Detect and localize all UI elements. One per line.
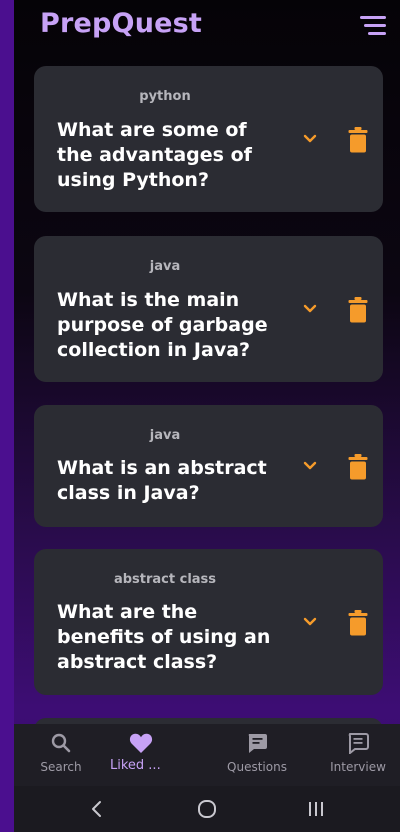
question-card[interactable]: java What is the main purpose of garbage… <box>34 236 383 382</box>
question-text: What is the main purpose of garbage coll… <box>57 289 268 361</box>
nav-liked[interactable]: Liked ... <box>106 732 176 773</box>
question-tag: java <box>149 259 181 274</box>
question-text: What are the benefits of using an abstra… <box>57 601 271 673</box>
trash-icon[interactable] <box>348 127 368 153</box>
nav-label: Liked ... <box>110 758 161 773</box>
nav-interview[interactable]: Interview <box>326 732 390 774</box>
question-text: What are some of the advantages of using… <box>57 119 252 191</box>
menu-icon[interactable] <box>358 14 386 38</box>
app-screen: PrepQuest python What are some of the ad… <box>14 0 400 832</box>
trash-icon[interactable] <box>348 297 368 323</box>
home-icon[interactable] <box>197 799 217 819</box>
chevron-down-icon[interactable] <box>301 460 319 472</box>
nav-label: Questions <box>227 760 287 774</box>
nav-label: Interview <box>330 760 386 774</box>
nav-search[interactable]: Search <box>36 732 86 774</box>
chevron-down-icon[interactable] <box>301 616 319 628</box>
chevron-down-icon[interactable] <box>301 133 319 145</box>
app-title: PrepQuest <box>40 8 203 39</box>
trash-icon[interactable] <box>348 454 368 480</box>
question-card[interactable]: java What is an abstract class in Java? <box>34 405 383 527</box>
question-tag: java <box>149 428 181 443</box>
search-icon <box>51 733 71 753</box>
question-tag: abstract class <box>113 572 217 587</box>
question-card[interactable]: abstract class What are the benefits of … <box>34 549 383 695</box>
chevron-down-icon[interactable] <box>301 303 319 315</box>
question-card[interactable]: python What are some of the advantages o… <box>34 66 383 212</box>
back-icon[interactable] <box>90 800 104 818</box>
nav-label: Search <box>40 760 82 774</box>
trash-icon[interactable] <box>348 610 368 636</box>
app-header: PrepQuest <box>14 0 400 56</box>
message-icon <box>248 734 267 753</box>
question-text: What is an abstract class in Java? <box>57 457 267 504</box>
system-navigation-bar <box>14 786 400 832</box>
nav-questions[interactable]: Questions <box>224 732 290 774</box>
heart-icon <box>129 733 153 753</box>
chat-icon <box>348 733 369 756</box>
question-tag: python <box>139 89 191 104</box>
recents-icon[interactable] <box>307 800 325 818</box>
bottom-navigation: Search Liked ... Questions Interview <box>14 724 400 786</box>
